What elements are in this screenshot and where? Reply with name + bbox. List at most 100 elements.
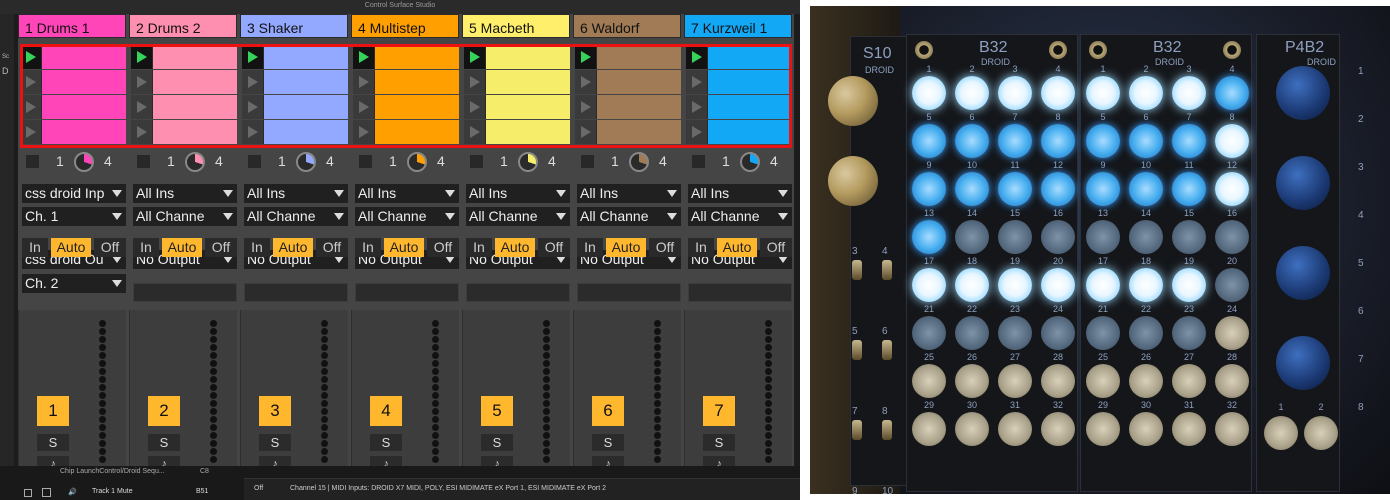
pad-button[interactable] (1086, 220, 1120, 254)
pad-button[interactable] (998, 172, 1032, 206)
input-type-dropdown[interactable]: All Ins (466, 184, 570, 203)
clip-launch-button[interactable] (242, 120, 264, 144)
clip-slot[interactable] (20, 95, 126, 119)
mapping-checkbox[interactable] (24, 489, 32, 497)
pad-button[interactable] (1215, 412, 1249, 446)
pad-button[interactable] (955, 172, 989, 206)
pad-button[interactable] (955, 76, 989, 110)
track-number-button[interactable]: 6 (592, 396, 624, 426)
send-knob-icon[interactable] (629, 152, 649, 172)
monitor-in-button[interactable]: In (577, 238, 603, 257)
solo-button[interactable]: S (481, 434, 513, 451)
clip-slot[interactable] (575, 95, 681, 119)
input-channel-dropdown[interactable]: All Channe (355, 207, 459, 226)
send-knob-icon[interactable] (407, 152, 427, 172)
send-knob-icon[interactable] (185, 152, 205, 172)
b32-jack[interactable] (1223, 41, 1241, 59)
pad-button[interactable] (955, 316, 989, 350)
clip[interactable] (597, 120, 681, 144)
pad-button[interactable] (1086, 124, 1120, 158)
clip-launch-button[interactable] (20, 70, 42, 94)
send-knob-icon[interactable] (518, 152, 538, 172)
clip[interactable] (708, 95, 792, 119)
b32-jack[interactable] (1049, 41, 1067, 59)
pad-button[interactable] (1172, 316, 1206, 350)
arm-square[interactable] (26, 155, 39, 168)
clip[interactable] (153, 45, 237, 69)
clip[interactable] (375, 95, 459, 119)
pad-button[interactable] (1172, 124, 1206, 158)
b32-jack[interactable] (915, 41, 933, 59)
clip-launch-button[interactable] (575, 70, 597, 94)
pad-button[interactable] (955, 364, 989, 398)
clip-launch-button[interactable] (464, 70, 486, 94)
track-number-button[interactable]: 4 (370, 396, 402, 426)
pad-button[interactable] (1129, 220, 1163, 254)
pad-button[interactable] (1129, 76, 1163, 110)
arm-square[interactable] (470, 155, 483, 168)
pad-button[interactable] (998, 124, 1032, 158)
mapping-checkbox[interactable] (42, 488, 51, 497)
pad-button[interactable] (1041, 268, 1075, 302)
clip[interactable] (597, 45, 681, 69)
clip[interactable] (375, 120, 459, 144)
clip[interactable] (153, 95, 237, 119)
input-type-dropdown[interactable]: All Ins (577, 184, 681, 203)
pad-button[interactable] (1041, 364, 1075, 398)
clip[interactable] (375, 70, 459, 94)
clip-slot[interactable] (464, 70, 570, 94)
s10-knob[interactable] (828, 156, 878, 206)
pad-button[interactable] (1041, 172, 1075, 206)
track-number-button[interactable]: 5 (481, 396, 513, 426)
pad-button[interactable] (1129, 172, 1163, 206)
clip-slot[interactable] (353, 95, 459, 119)
clip[interactable] (42, 45, 126, 69)
clip-launch-button[interactable] (242, 70, 264, 94)
clip-slot[interactable] (464, 95, 570, 119)
clip[interactable] (708, 45, 792, 69)
solo-button[interactable]: S (259, 434, 291, 451)
clip-launch-button[interactable] (353, 45, 375, 69)
arm-square[interactable] (248, 155, 261, 168)
track-number-button[interactable]: 7 (703, 396, 735, 426)
pad-button[interactable] (1215, 76, 1249, 110)
clip[interactable] (264, 45, 348, 69)
pad-button[interactable] (912, 412, 946, 446)
clip-launch-button[interactable] (464, 120, 486, 144)
clip-launch-button[interactable] (353, 70, 375, 94)
arm-square[interactable] (692, 155, 705, 168)
clip-launch-button[interactable] (131, 45, 153, 69)
clip[interactable] (264, 95, 348, 119)
pad-button[interactable] (1129, 364, 1163, 398)
track-name[interactable]: 3 Shaker (240, 14, 348, 38)
clip-slot[interactable] (131, 45, 237, 69)
pad-button[interactable] (955, 220, 989, 254)
clip[interactable] (486, 95, 570, 119)
clip-slot[interactable] (464, 45, 570, 69)
input-type-dropdown[interactable]: All Ins (688, 184, 792, 203)
clip-slot[interactable] (353, 70, 459, 94)
pad-button[interactable] (1041, 412, 1075, 446)
clip[interactable] (708, 120, 792, 144)
monitor-off-button[interactable]: Off (760, 238, 792, 257)
clip-slot[interactable] (686, 120, 792, 144)
clip-launch-button[interactable] (464, 95, 486, 119)
clip-launch-button[interactable] (20, 120, 42, 144)
clip-launch-button[interactable] (575, 120, 597, 144)
p4b2-knob[interactable] (1276, 156, 1330, 210)
clip-slot[interactable] (242, 45, 348, 69)
input-channel-dropdown[interactable]: All Channe (466, 207, 570, 226)
pad-button[interactable] (1172, 268, 1206, 302)
pad-button[interactable] (912, 268, 946, 302)
clip-launch-button[interactable] (575, 95, 597, 119)
toggle-switch[interactable] (882, 260, 892, 280)
pad-button[interactable] (1041, 76, 1075, 110)
pad-button[interactable] (1086, 412, 1120, 446)
clip-slot[interactable] (20, 120, 126, 144)
p4b2-knob[interactable] (1276, 246, 1330, 300)
pad-button[interactable] (1041, 124, 1075, 158)
pad-button[interactable] (1215, 364, 1249, 398)
output-channel-dropdown[interactable]: Ch. 2 (22, 274, 126, 293)
clip[interactable] (264, 120, 348, 144)
mapping-row[interactable]: Chip LaunchControl/Droid Sequ... C8 (60, 468, 209, 475)
